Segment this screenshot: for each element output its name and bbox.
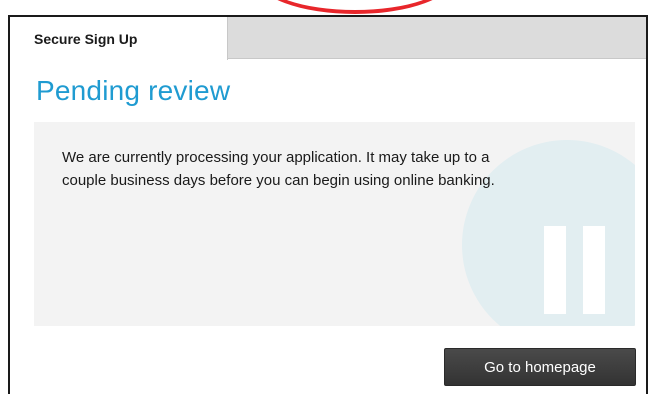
home-button-label: Go to homepage (484, 358, 596, 376)
tab-strip: Secure Sign Up (10, 17, 646, 60)
status-message: We are currently processing your applica… (62, 149, 495, 189)
pause-bar-right (583, 226, 605, 314)
tab-secure-sign-up[interactable]: Secure Sign Up (10, 17, 228, 60)
screenshot: Secure Sign Up Pending review We are cur… (0, 0, 651, 394)
message-panel: We are currently processing your applica… (34, 122, 635, 326)
signup-window: Secure Sign Up Pending review We are cur… (8, 15, 648, 394)
pause-bar-left (544, 226, 566, 314)
annotation-highlight-ellipse (256, 0, 454, 14)
tab-label: Secure Sign Up (34, 30, 138, 47)
go-to-homepage-button[interactable]: Go to homepage (444, 348, 636, 386)
page-title: Pending review (36, 75, 231, 106)
